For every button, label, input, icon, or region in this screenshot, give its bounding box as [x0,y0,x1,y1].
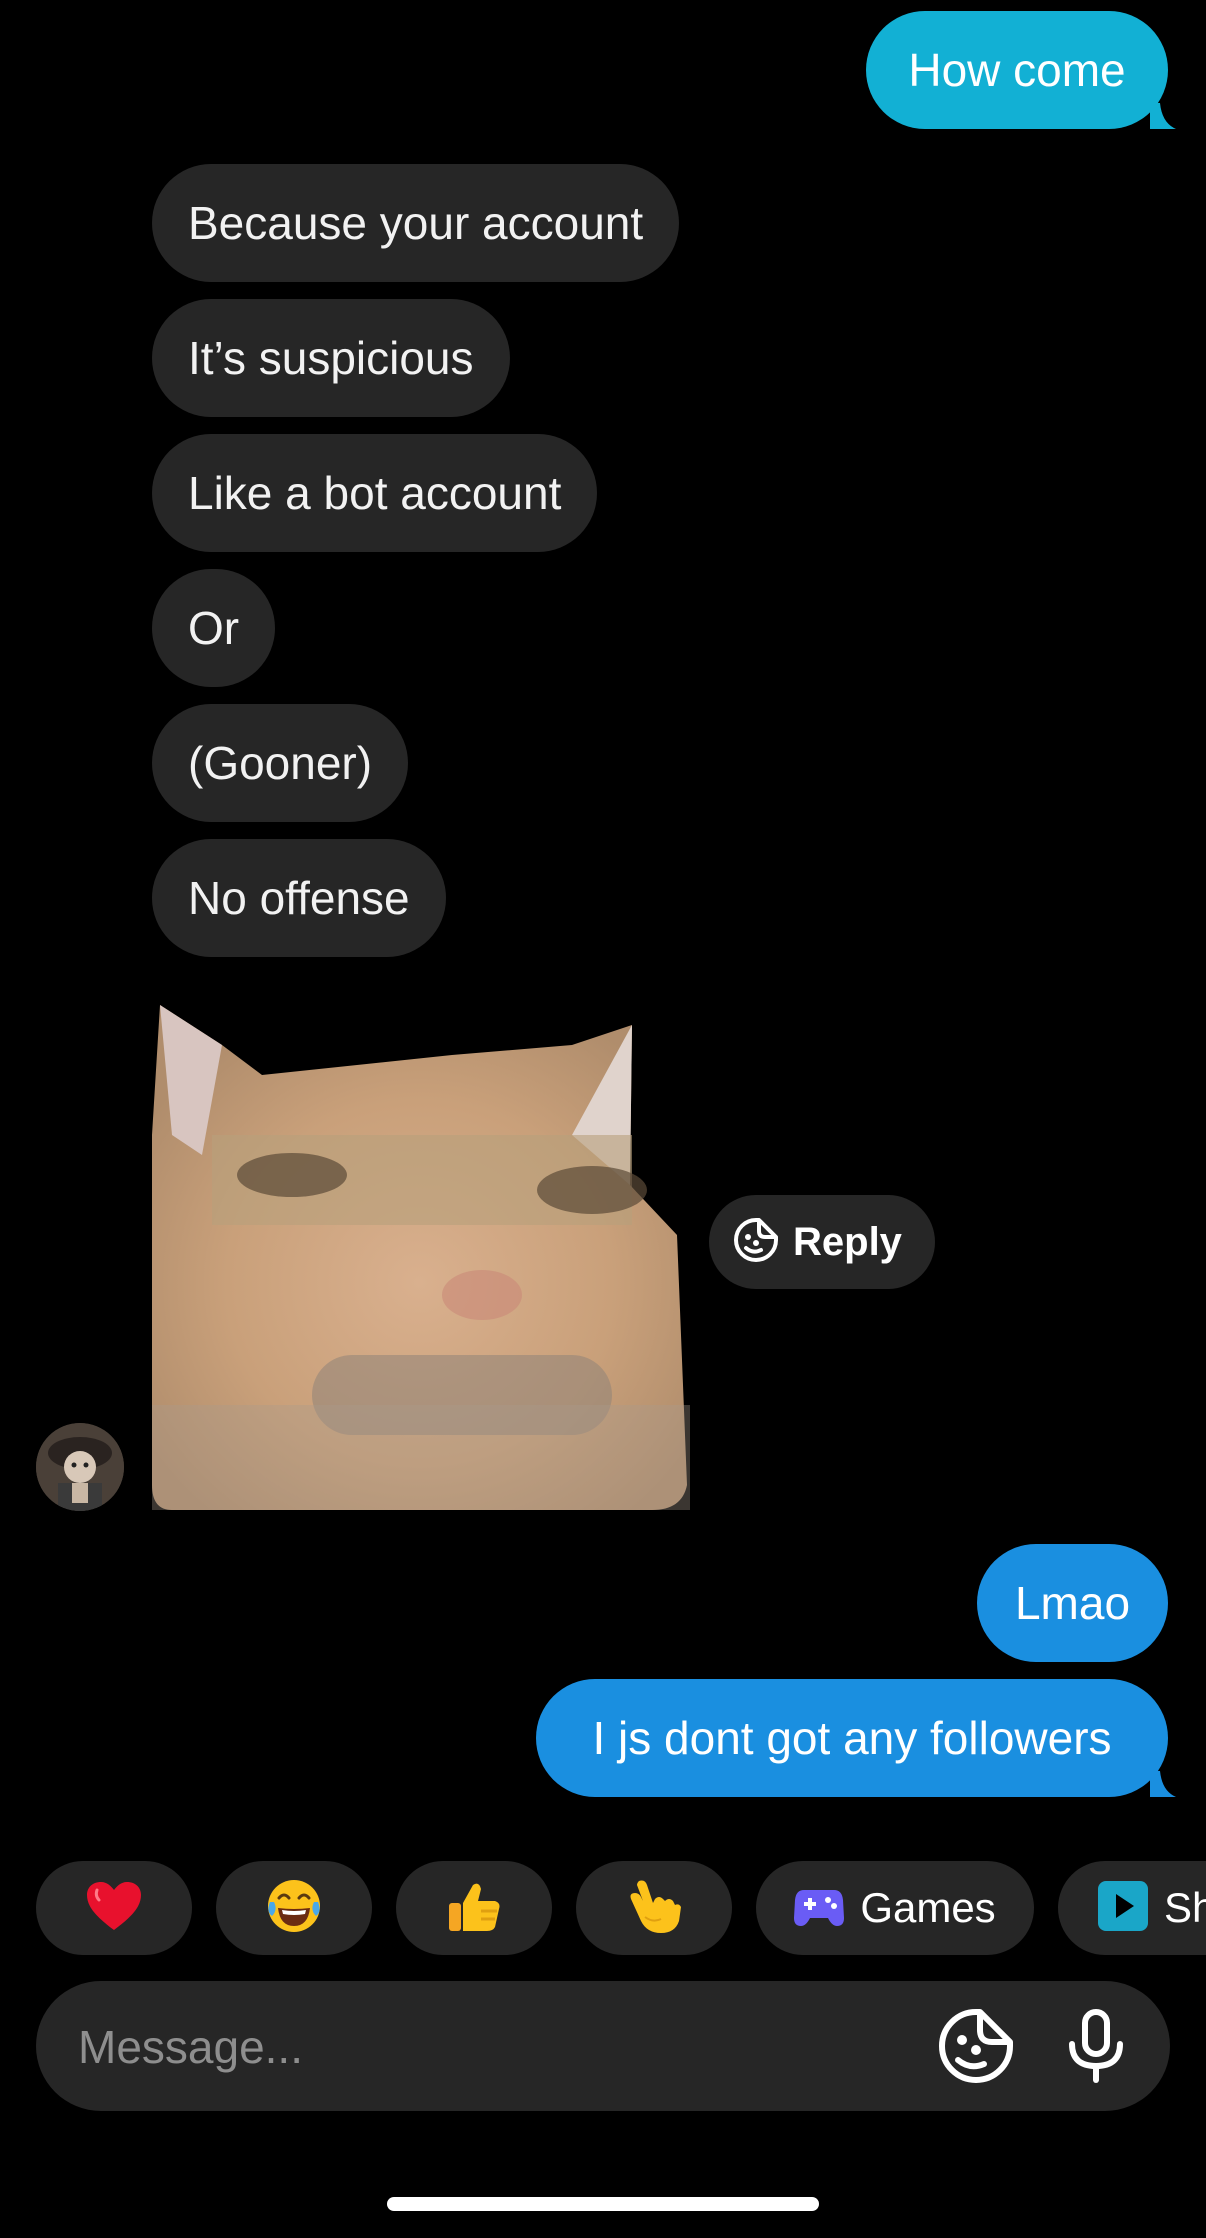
home-indicator[interactable] [387,2197,819,2211]
message-text: Like a bot account [188,467,562,519]
bubble-tail [1150,1771,1176,1797]
pointing-hand-icon [625,1877,683,1940]
received-message[interactable]: Like a bot account [152,434,598,552]
message-text: It’s suspicious [188,332,474,384]
games-button[interactable]: Games [756,1861,1034,1955]
play-icon [1098,1880,1148,1936]
sent-message-followers[interactable]: I js dont got any followers [536,1679,1176,1797]
sticker-icon [936,2009,1016,2090]
microphone-button[interactable] [1056,2006,1136,2086]
cat-sticker[interactable] [152,985,690,1510]
reply-button[interactable]: Reply [709,1195,935,1289]
sticker-button[interactable] [936,2006,1016,2086]
quick-reaction-heart[interactable] [36,1861,192,1955]
message-text: I js dont got any followers [592,1712,1112,1764]
red-heart-icon [85,1880,143,1937]
quick-reply-row: Games Sh [0,1861,1206,1955]
message-input[interactable] [76,1981,900,2113]
microphone-icon [1056,2009,1136,2090]
sent-message-lmao[interactable]: Lmao [977,1544,1168,1662]
reply-label: Reply [793,1219,902,1264]
received-message[interactable]: (Gooner) [152,704,409,822]
thumbs-up-icon [445,1877,503,1940]
laughing-tears-icon [264,1876,324,1941]
sender-avatar[interactable] [36,1423,124,1511]
sent-message-how-come[interactable]: How come [866,11,1176,129]
quick-reaction-laughing[interactable] [216,1861,372,1955]
shorts-label: Sh [1164,1884,1206,1931]
bubble-tail [1150,103,1176,129]
gamepad-icon [794,1884,845,1933]
message-text: (Gooner) [188,737,373,789]
message-text: Lmao [1014,1577,1131,1629]
message-composer [36,1981,1170,2113]
shorts-button[interactable]: Sh [1058,1861,1206,1955]
received-message[interactable]: Or [152,569,276,687]
quick-reaction-thumbs-up[interactable] [396,1861,552,1955]
sticker-face-icon [733,1217,779,1268]
received-message[interactable]: No offense [152,839,446,957]
message-text: Or [188,602,240,654]
received-message[interactable]: It’s suspicious [152,299,510,417]
received-message[interactable]: Because your account [152,164,680,282]
message-text: How come [908,44,1126,96]
message-text: Because your account [188,197,644,249]
message-text: No offense [188,872,410,924]
games-label: Games [860,1884,996,1931]
quick-reaction-pointing[interactable] [576,1861,732,1955]
